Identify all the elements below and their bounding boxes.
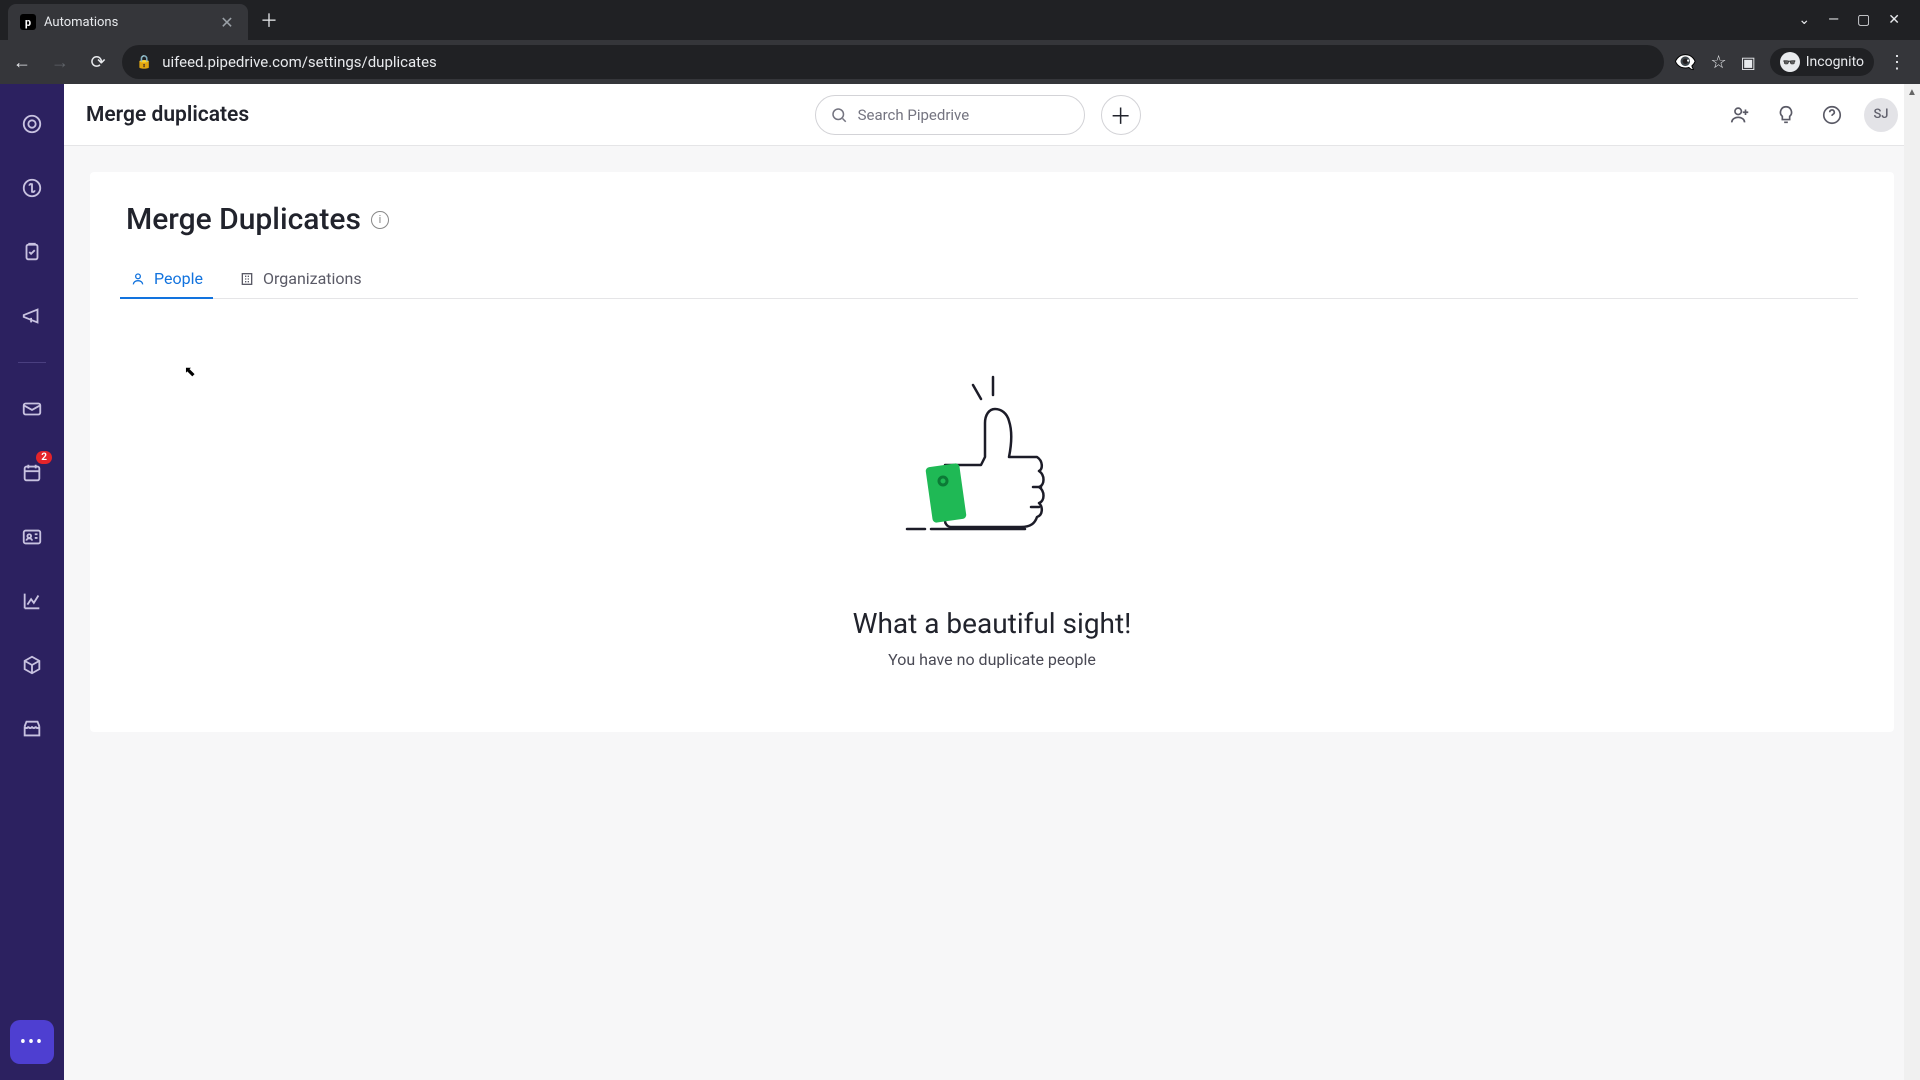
- tips-icon[interactable]: [1772, 101, 1800, 129]
- lock-icon: 🔒: [136, 55, 152, 70]
- tab-title: Automations: [44, 15, 210, 30]
- window-controls: ⌄ — ▢ ✕: [1798, 12, 1912, 28]
- person-icon: [130, 271, 146, 287]
- cursor-pointer-icon: ⬉: [184, 364, 196, 380]
- tab-search-icon[interactable]: ⌄: [1798, 12, 1810, 28]
- sidebar-item-deals[interactable]: [0, 170, 64, 206]
- sidebar-item-insights[interactable]: [0, 583, 64, 619]
- browser-tab-bar: p Automations ✕ ＋ ⌄ — ▢ ✕: [0, 0, 1920, 40]
- sidebar-more[interactable]: •••: [0, 1024, 64, 1060]
- address-bar[interactable]: 🔒 uifeed.pipedrive.com/settings/duplicat…: [122, 45, 1664, 79]
- search-placeholder: Search Pipedrive: [858, 106, 970, 124]
- extensions-icon[interactable]: ▣: [1741, 53, 1756, 72]
- new-tab-button[interactable]: ＋: [252, 3, 286, 37]
- help-icon[interactable]: [1818, 101, 1846, 129]
- notification-badge: 2: [36, 451, 52, 464]
- add-button[interactable]: ＋: [1101, 95, 1141, 135]
- sidebar-item-activities[interactable]: [0, 234, 64, 270]
- incognito-badge: Incognito: [1770, 48, 1874, 76]
- url-text: uifeed.pipedrive.com/settings/duplicates: [162, 53, 1650, 71]
- bookmark-star-icon[interactable]: ☆: [1710, 52, 1726, 73]
- close-window-icon[interactable]: ✕: [1888, 12, 1900, 28]
- incognito-label: Incognito: [1806, 54, 1864, 70]
- tracking-off-icon[interactable]: 👁‍🗨: [1674, 52, 1696, 73]
- minimize-icon[interactable]: —: [1828, 12, 1839, 28]
- info-icon[interactable]: i: [371, 211, 389, 229]
- app-sidebar: 2 •••: [0, 84, 64, 1080]
- browser-menu-icon[interactable]: ⋮: [1888, 52, 1906, 73]
- more-dots-icon: •••: [20, 1032, 44, 1053]
- thumbs-up-illustration: [897, 369, 1087, 579]
- forward-button[interactable]: →: [46, 48, 74, 76]
- tab-organizations-label: Organizations: [263, 269, 362, 288]
- tab-organizations[interactable]: Organizations: [235, 259, 366, 298]
- reload-button[interactable]: ⟳: [84, 48, 112, 76]
- search-icon: [830, 106, 848, 124]
- sidebar-item-marketplace[interactable]: [0, 711, 64, 747]
- header-title: Merge duplicates: [86, 103, 249, 127]
- sidebar-item-contacts[interactable]: [0, 519, 64, 555]
- scroll-up-arrow-icon[interactable]: ▲: [1907, 84, 1917, 101]
- incognito-icon: [1780, 52, 1800, 72]
- tab-people[interactable]: People: [126, 259, 207, 298]
- back-button[interactable]: ←: [8, 48, 36, 76]
- tab-favicon: p: [20, 14, 36, 30]
- sidebar-item-calendar[interactable]: 2: [0, 455, 64, 491]
- tab-people-label: People: [154, 269, 203, 288]
- empty-state-title: What a beautiful sight!: [853, 607, 1132, 640]
- user-avatar[interactable]: SJ: [1864, 98, 1898, 132]
- invite-user-icon[interactable]: [1726, 101, 1754, 129]
- vertical-scrollbar[interactable]: ▲: [1904, 84, 1920, 1080]
- maximize-icon[interactable]: ▢: [1857, 12, 1870, 28]
- app-header: Merge duplicates Search Pipedrive ＋ SJ: [64, 84, 1920, 146]
- browser-tab[interactable]: p Automations ✕: [8, 4, 248, 40]
- sidebar-item-products[interactable]: [0, 647, 64, 683]
- content-card: Merge Duplicates i People Organizations: [90, 172, 1894, 732]
- sidebar-separator: [18, 362, 46, 363]
- search-input[interactable]: Search Pipedrive: [815, 95, 1085, 135]
- building-icon: [239, 271, 255, 287]
- browser-nav-bar: ← → ⟳ 🔒 uifeed.pipedrive.com/settings/du…: [0, 40, 1920, 84]
- more-button[interactable]: •••: [10, 1020, 54, 1064]
- empty-state: What a beautiful sight! You have no dupl…: [126, 369, 1858, 669]
- sidebar-item-campaigns[interactable]: [0, 298, 64, 334]
- sidebar-item-leads[interactable]: [0, 106, 64, 142]
- sidebar-item-mail[interactable]: [0, 391, 64, 427]
- empty-state-subtitle: You have no duplicate people: [888, 650, 1096, 669]
- close-tab-icon[interactable]: ✕: [218, 13, 236, 32]
- page-title: Merge Duplicates: [126, 202, 361, 237]
- tabs: People Organizations: [126, 259, 1858, 299]
